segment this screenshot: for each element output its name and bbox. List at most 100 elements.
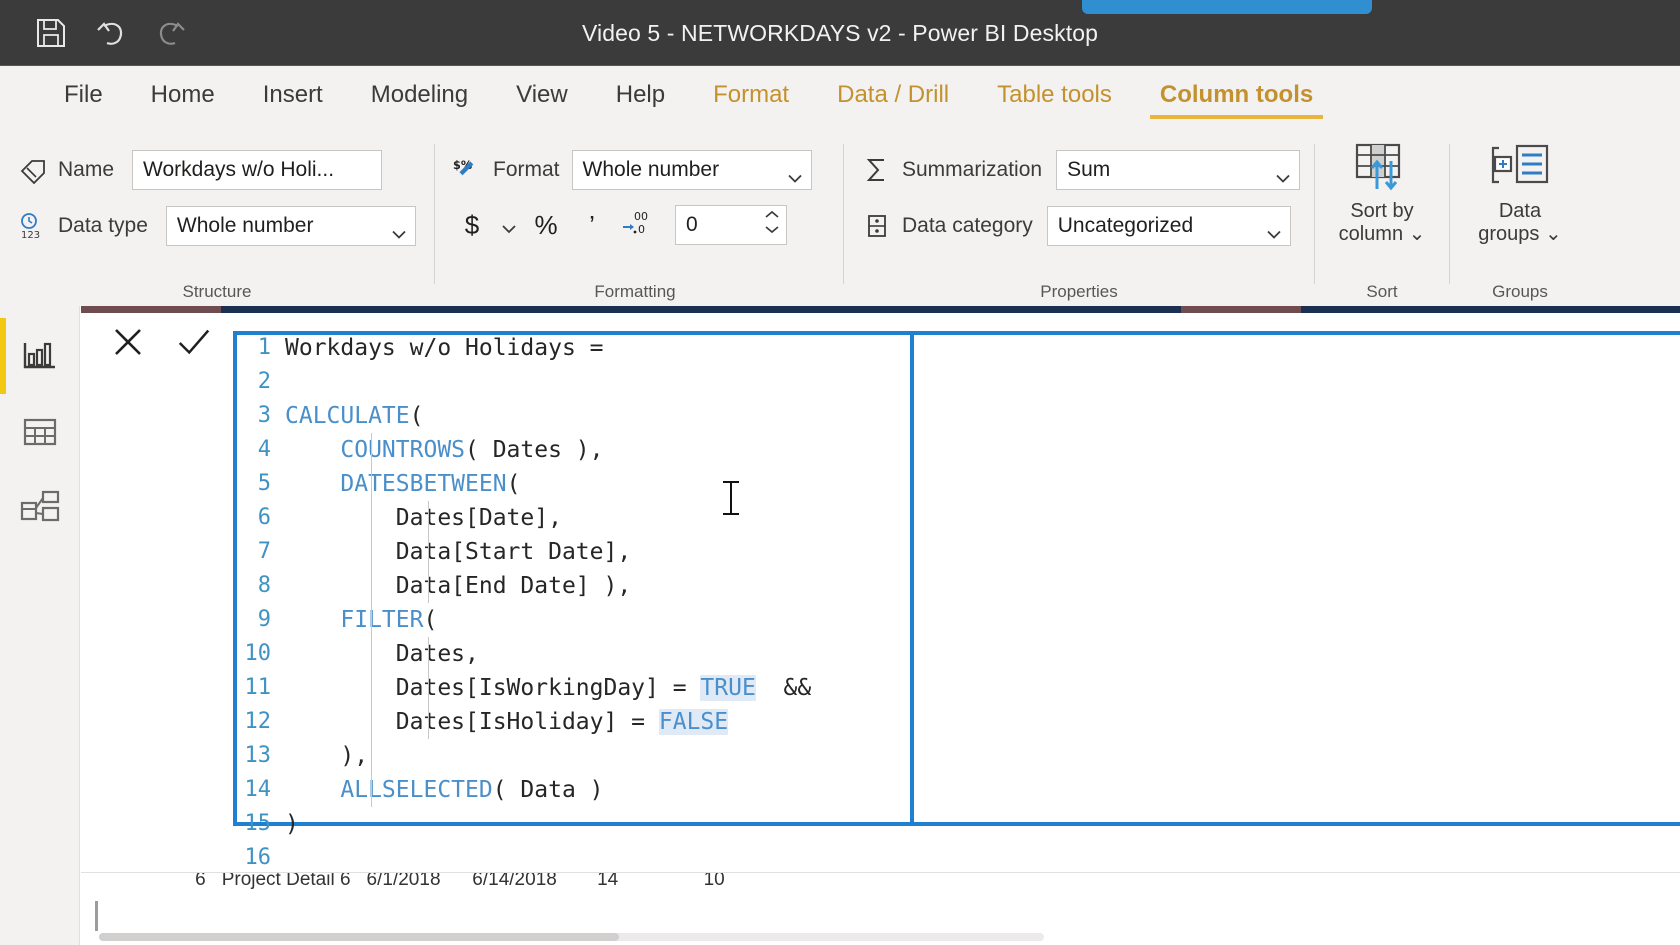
chevron-down-icon xyxy=(1267,222,1281,239)
tab-label: Help xyxy=(615,81,666,108)
dax-function-token: COUNTROWS xyxy=(340,437,466,463)
tab-help[interactable]: Help xyxy=(592,75,689,119)
datacategory-select[interactable]: Uncategorized xyxy=(1046,206,1291,246)
code-line[interactable]: 16 xyxy=(233,841,1680,875)
percent-format-button[interactable]: % xyxy=(523,204,569,246)
dax-text-token: Dates[IsHoliday] = xyxy=(285,709,659,735)
currency-dropdown-button[interactable] xyxy=(495,204,523,246)
indent-guide xyxy=(371,671,372,705)
currency-icon: $ xyxy=(464,209,480,240)
dax-text-token: Data[Start Date], xyxy=(285,539,632,565)
summarization-select[interactable]: Sum xyxy=(1056,150,1301,190)
dax-text-token: ( xyxy=(409,403,424,429)
code-line[interactable]: 7 Data[Start Date], xyxy=(233,535,1680,569)
indent-guide xyxy=(371,739,372,773)
decimal-places-input[interactable]: 0 xyxy=(675,205,787,245)
tab-column-tools[interactable]: Column tools xyxy=(1136,75,1337,119)
line-number: 3 xyxy=(257,403,271,428)
name-field-row: Name Workdays w/o Holi... xyxy=(18,150,383,190)
datatype-field-row: 123 Data type Whole number xyxy=(18,206,416,246)
line-number: 11 xyxy=(244,675,272,700)
tab-home[interactable]: Home xyxy=(127,75,239,119)
thousands-separator-button[interactable]: ’ xyxy=(569,204,615,246)
scrollbar-thumb[interactable] xyxy=(99,933,619,941)
sidebar-item-report[interactable] xyxy=(0,318,80,394)
tab-data-drill[interactable]: Data / Drill xyxy=(813,75,973,119)
code-line-text: FILTER( xyxy=(285,603,437,637)
tab-table-tools[interactable]: Table tools xyxy=(973,75,1136,119)
code-line[interactable]: 3 CALCULATE( xyxy=(233,399,1680,433)
undo-icon[interactable] xyxy=(90,12,132,54)
quick-access-toolbar xyxy=(30,12,192,54)
decimal-places-button[interactable]: 00 0 xyxy=(615,204,661,246)
code-line[interactable]: 2 xyxy=(233,365,1680,399)
code-line-text: Dates, xyxy=(285,637,479,671)
indent-guide xyxy=(371,773,372,807)
chevron-down-icon xyxy=(787,166,802,183)
datatype-select[interactable]: Whole number xyxy=(165,206,416,246)
dax-code-editor[interactable]: 1 Workdays w/o Holidays = 2 3 CALCULATE(4 CO… xyxy=(233,331,1680,891)
sigma-icon xyxy=(862,155,892,185)
code-line[interactable]: 6 Dates[Date], xyxy=(233,501,1680,535)
data-groups-button[interactable]: Data groups ⌄ xyxy=(1460,140,1580,246)
sort-by-column-button[interactable]: Sort by column ⌄ xyxy=(1322,140,1442,246)
ribbon-body: Name Workdays w/o Holi... 123 Data type xyxy=(0,128,1680,306)
chevron-down-icon xyxy=(392,222,406,239)
dax-function-token: ALLSELECTED xyxy=(340,777,493,803)
code-line[interactable]: 5 DATESBETWEEN( xyxy=(233,467,1680,501)
save-icon[interactable] xyxy=(30,12,72,54)
name-input-value: Workdays w/o Holi... xyxy=(143,158,335,181)
code-line[interactable]: 12 Dates[IsHoliday] = FALSE xyxy=(233,705,1680,739)
line-number: 2 xyxy=(257,369,271,394)
code-line[interactable]: 10 Dates, xyxy=(233,637,1680,671)
tab-label: View xyxy=(516,81,568,108)
code-line[interactable]: 9 FILTER( xyxy=(233,603,1680,637)
code-line-text: ) xyxy=(285,807,299,841)
ribbon-group-structure: Name Workdays w/o Holi... 123 Data type xyxy=(0,128,434,306)
currency-format-button[interactable]: $ xyxy=(449,204,495,246)
group-label-properties: Properties xyxy=(1040,282,1118,301)
redo-icon[interactable] xyxy=(150,12,192,54)
power-bi-desktop-window: Support Date 1/1/2018 Project ID xyxy=(0,0,1680,945)
sidebar-item-model[interactable] xyxy=(0,470,80,546)
stepper-buttons[interactable] xyxy=(764,210,780,234)
tab-modeling[interactable]: Modeling xyxy=(347,75,492,119)
tab-format[interactable]: Format xyxy=(689,75,813,119)
code-line-text: CALCULATE( xyxy=(285,399,423,433)
canvas-horizontal-scrollbar[interactable] xyxy=(99,933,1044,941)
ribbon-group-sort: Sort by column ⌄ Sort xyxy=(1315,128,1449,306)
dax-text-token: ( Data ) xyxy=(492,777,604,803)
code-line[interactable]: 15) xyxy=(233,807,1680,841)
datacategory-field-row: Data category Uncategorized xyxy=(862,206,1291,246)
tab-file[interactable]: File xyxy=(40,75,127,119)
chevron-down-icon xyxy=(1276,166,1290,183)
code-line-text: Dates[IsWorkingDay] = TRUE && xyxy=(285,671,811,705)
line-number: 6 xyxy=(257,505,271,530)
code-line[interactable]: 1 Workdays w/o Holidays = xyxy=(233,331,1680,365)
code-line[interactable]: 13 ), xyxy=(233,739,1680,773)
dax-text-token xyxy=(285,777,340,803)
code-line[interactable]: 11 Dates[IsWorkingDay] = TRUE && xyxy=(233,671,1680,705)
code-line[interactable]: 8 Data[End Date] ), xyxy=(233,569,1680,603)
sidebar-item-data[interactable] xyxy=(0,394,80,470)
tab-insert[interactable]: Insert xyxy=(239,75,347,119)
dax-formula-bar[interactable]: 1 Workdays w/o Holidays = 2 3 CALCULATE(4 CO… xyxy=(81,313,1680,873)
notification-pill[interactable] xyxy=(1082,0,1372,14)
cancel-formula-button[interactable] xyxy=(109,323,147,361)
code-line-text: COUNTROWS( Dates ), xyxy=(285,433,604,467)
datatype-value: Whole number xyxy=(176,214,314,237)
name-input[interactable]: Workdays w/o Holi... xyxy=(132,150,383,190)
format-select[interactable]: Whole number xyxy=(571,150,812,190)
sort-by-column-icon xyxy=(1351,140,1413,196)
code-line[interactable]: 4 COUNTROWS( Dates ), xyxy=(233,433,1680,467)
dax-text-token: Workdays w/o Holidays = xyxy=(285,335,604,361)
format-field-row: $% Format Whole number xyxy=(453,150,812,190)
commit-formula-button[interactable] xyxy=(175,323,213,361)
sort-by-column-label-line2: column xyxy=(1338,223,1404,245)
tab-view[interactable]: View xyxy=(492,75,592,119)
dax-boolean-token: TRUE xyxy=(700,675,756,701)
tab-label: Insert xyxy=(262,81,323,108)
indent-guide xyxy=(428,671,429,705)
code-line[interactable]: 14 ALLSELECTED( Data ) xyxy=(233,773,1680,807)
dax-text-token: ( xyxy=(506,471,521,497)
